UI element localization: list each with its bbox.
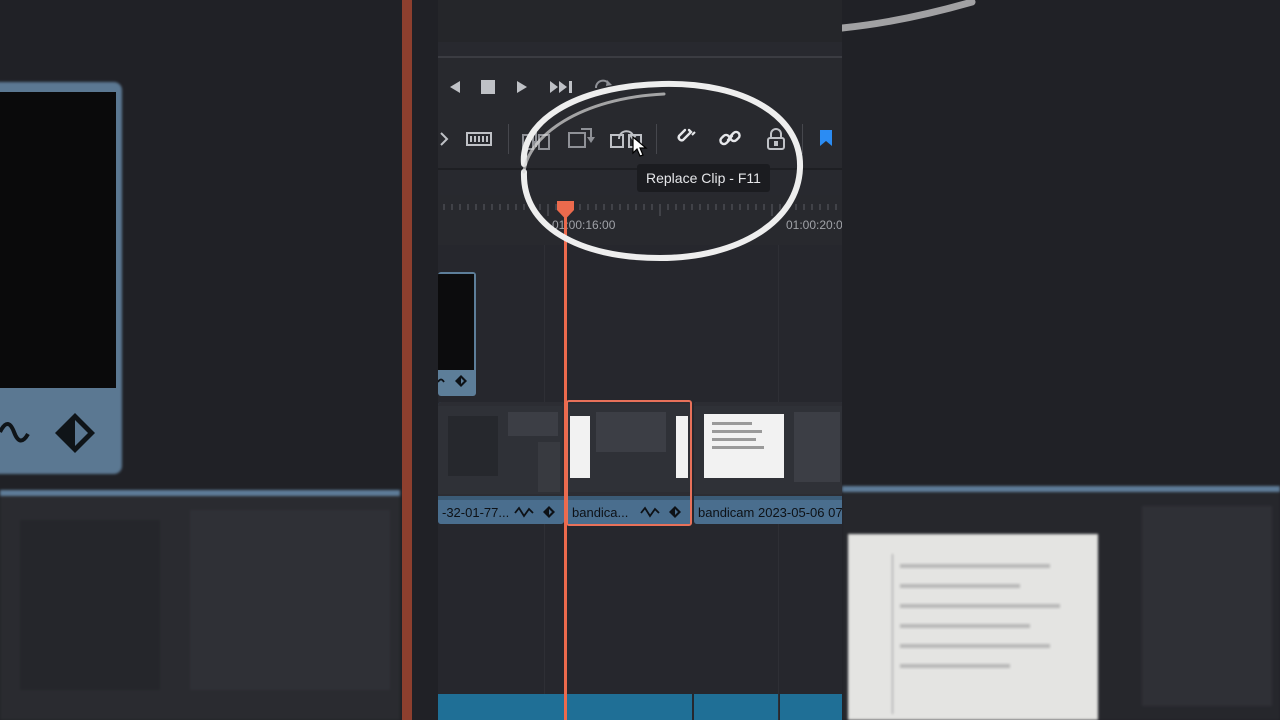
audio-clip[interactable] xyxy=(438,694,564,720)
clip-label-bar: -32-01-77... xyxy=(438,500,564,524)
clip-label-bar: bandicam 2023-05-06 07 xyxy=(694,500,842,524)
left-blur-track-strip xyxy=(0,490,400,720)
clip-thumbnail xyxy=(438,402,564,496)
flag-icon[interactable] xyxy=(818,128,834,148)
trim-icon[interactable] xyxy=(465,128,493,150)
clip-name: -32-01-77... xyxy=(442,504,510,520)
annotation-circle xyxy=(520,80,804,262)
right-blur-annotation-stroke xyxy=(842,0,976,32)
right-background-panel xyxy=(842,0,1280,720)
left-orange-edge xyxy=(402,0,412,720)
upper-clip-thumb xyxy=(438,274,474,370)
timeline-clip[interactable]: -32-01-77... xyxy=(438,402,564,524)
upper-clip-waveform-icon[interactable] xyxy=(438,376,448,386)
right-blur-document-thumb xyxy=(848,534,1098,720)
clip-label-bar: bandica... xyxy=(568,500,690,524)
timeline-clip[interactable]: bandicam 2023-05-06 07 xyxy=(694,402,842,524)
audio-clip[interactable] xyxy=(780,694,842,720)
left-viewer-black xyxy=(0,92,116,388)
toolbar-divider xyxy=(508,124,509,154)
clip-thumbnail xyxy=(694,402,842,496)
playhead-line[interactable] xyxy=(564,210,567,720)
upper-clip[interactable] xyxy=(438,272,476,396)
selected-timeline-clip[interactable]: bandica... xyxy=(566,400,692,526)
clip-name: bandicam 2023-05-06 07 xyxy=(698,504,842,520)
waveform-icon[interactable] xyxy=(514,505,534,519)
audio-clip[interactable] xyxy=(694,694,778,720)
clip-name: bandica... xyxy=(572,504,629,520)
left-background-panel xyxy=(0,0,438,720)
clip-thumbnail xyxy=(568,402,690,496)
trim-partial-icon[interactable] xyxy=(438,130,450,148)
viewer-bottom-area xyxy=(438,0,842,42)
waveform-icon[interactable] xyxy=(640,505,660,519)
keyframe-icon[interactable] xyxy=(668,505,682,519)
left-blur-waveform-icon xyxy=(0,422,30,443)
stop-icon[interactable] xyxy=(480,79,496,95)
keyframe-icon[interactable] xyxy=(542,505,556,519)
left-blur-keyframe-icon xyxy=(55,413,95,453)
upper-clip-keyframe-icon[interactable] xyxy=(454,374,468,388)
prev-icon[interactable] xyxy=(446,78,464,96)
audio-clip[interactable] xyxy=(566,694,692,720)
timeline-stage: 01:00:16:00 01:00:20:0 -32-01-77... band… xyxy=(438,0,842,720)
